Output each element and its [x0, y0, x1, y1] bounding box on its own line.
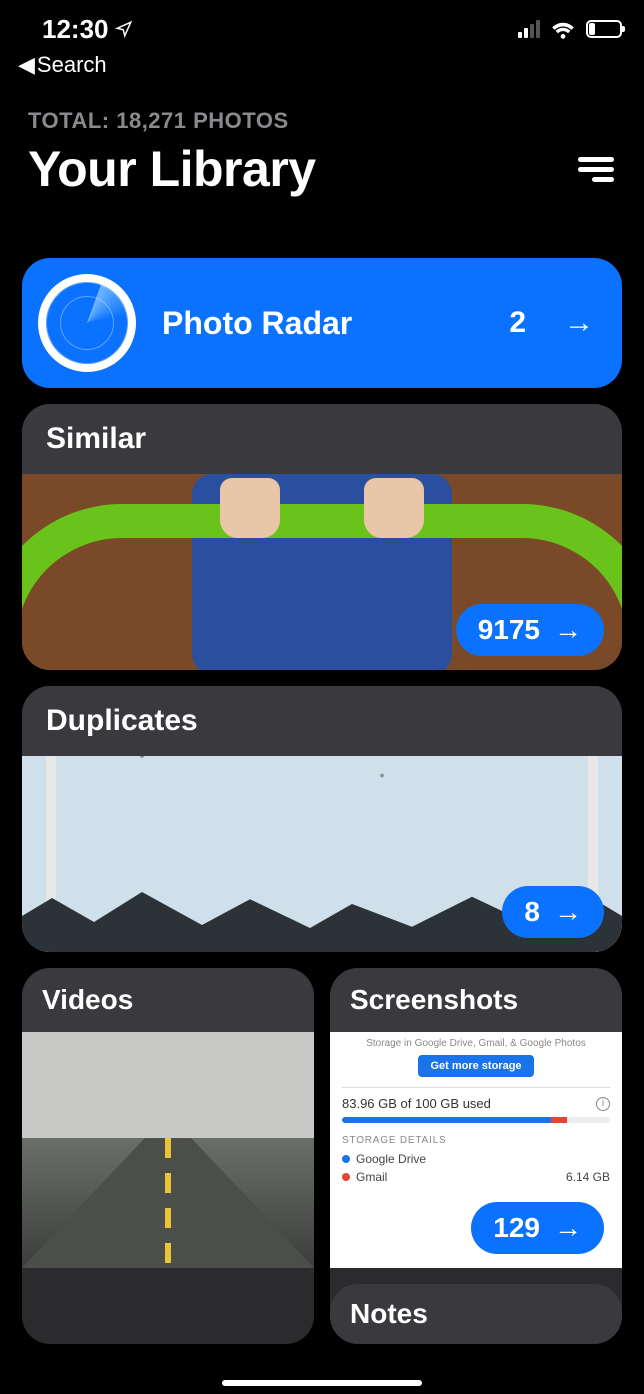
radar-count: 2: [509, 306, 526, 340]
duplicates-card[interactable]: Duplicates 8 →: [22, 686, 622, 952]
videos-label: Videos: [22, 968, 314, 1032]
duplicates-preview: 8 →: [22, 756, 622, 952]
battery-icon: [586, 20, 622, 38]
chevron-left-icon: ◀: [18, 54, 35, 76]
screenshots-card[interactable]: Screenshots Storage in Google Drive, Gma…: [330, 968, 622, 1344]
storage-item-gmail: Gmail 6.14 GB: [342, 1170, 610, 1184]
similar-label: Similar: [22, 404, 622, 474]
status-time: 12:30: [42, 14, 109, 45]
duplicates-count: 8: [524, 896, 540, 928]
notes-label: Notes: [350, 1298, 428, 1329]
similar-count-pill[interactable]: 9175 →: [456, 604, 604, 656]
total-photos: TOTAL: 18,271 PHOTOS: [28, 108, 616, 134]
wifi-icon: [550, 19, 576, 39]
screenshots-count-pill[interactable]: 129 →: [471, 1202, 604, 1254]
radar-title: Photo Radar: [162, 305, 483, 342]
back-label: Search: [37, 52, 107, 78]
back-to-search[interactable]: ◀ Search: [0, 48, 644, 78]
storage-bar: [342, 1117, 610, 1123]
get-storage-button: Get more storage: [418, 1055, 533, 1077]
menu-icon[interactable]: [578, 157, 614, 182]
screenshots-label: Screenshots: [330, 968, 622, 1032]
arrow-right-icon: →: [554, 1212, 582, 1244]
location-icon: [115, 20, 133, 38]
storage-used: 83.96 GB of 100 GB used: [342, 1096, 491, 1111]
screenshots-preview: Storage in Google Drive, Gmail, & Google…: [330, 1032, 622, 1268]
status-bar: 12:30: [0, 0, 644, 48]
photo-radar-card[interactable]: Photo Radar 2 →: [22, 258, 622, 388]
cellular-icon: [518, 20, 540, 38]
duplicates-label: Duplicates: [22, 686, 622, 756]
screenshots-count: 129: [493, 1212, 540, 1244]
arrow-right-icon: →: [554, 614, 582, 646]
arrow-right-icon: →: [554, 896, 582, 928]
radar-icon: [38, 274, 136, 372]
home-indicator[interactable]: [222, 1380, 422, 1386]
storage-item-drive: Google Drive: [342, 1152, 610, 1166]
storage-details-heading: STORAGE DETAILS: [342, 1135, 610, 1146]
duplicates-count-pill[interactable]: 8 →: [502, 886, 604, 938]
videos-card[interactable]: Videos: [22, 968, 314, 1344]
page-title: Your Library: [28, 140, 316, 198]
similar-preview: 9175 →: [22, 474, 622, 670]
similar-count: 9175: [478, 614, 540, 646]
info-icon: i: [596, 1097, 610, 1111]
videos-preview: [22, 1032, 314, 1268]
arrow-right-icon: →: [564, 306, 594, 340]
similar-card[interactable]: Similar 9175 →: [22, 404, 622, 670]
notes-card[interactable]: Notes: [330, 1284, 622, 1344]
storage-caption: Storage in Google Drive, Gmail, & Google…: [342, 1038, 610, 1049]
